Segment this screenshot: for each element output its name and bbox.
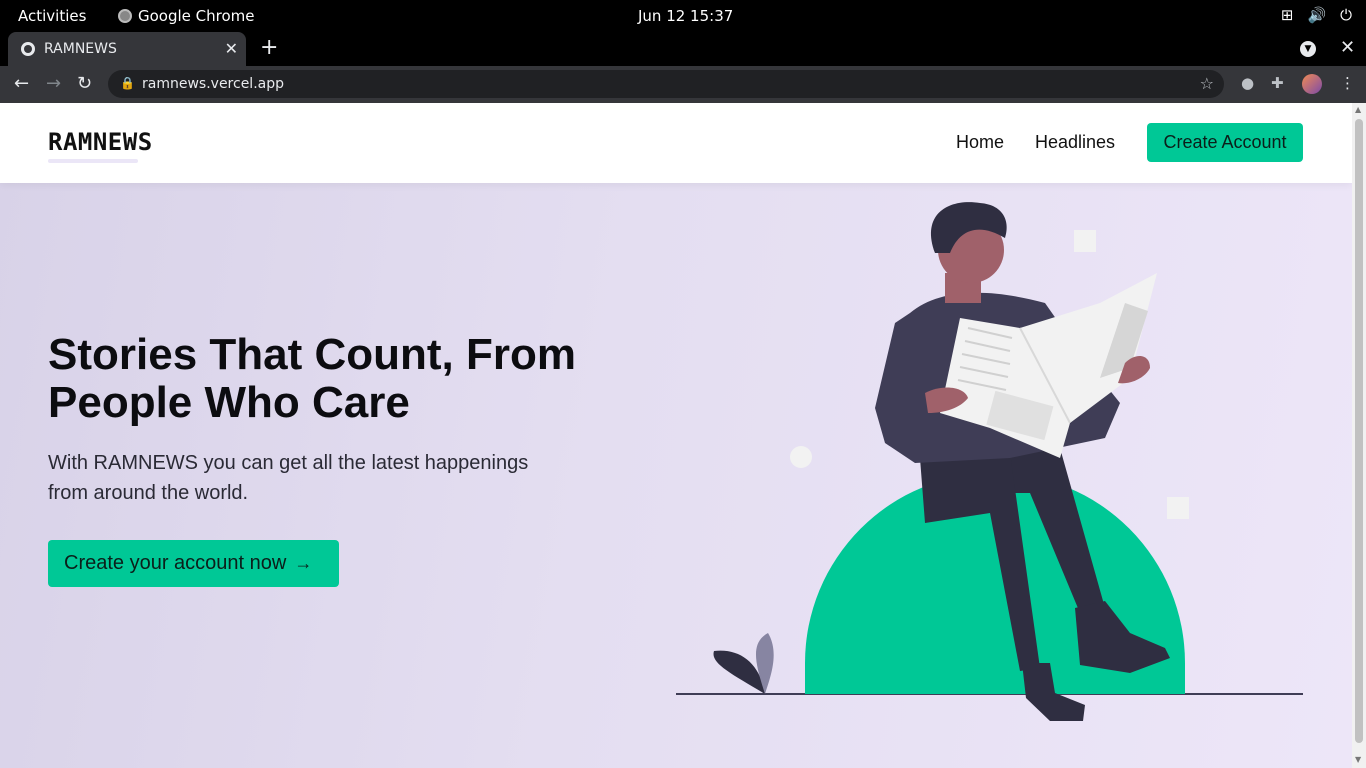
- decor-square: [1074, 230, 1096, 252]
- app-menu[interactable]: Google Chrome: [118, 7, 255, 25]
- activities-button[interactable]: Activities: [18, 7, 86, 25]
- power-icon[interactable]: ⏻: [1340, 7, 1352, 24]
- close-tab-icon[interactable]: ✕: [225, 39, 238, 58]
- clock[interactable]: Jun 12 15:37: [638, 7, 733, 25]
- profile-avatar[interactable]: [1302, 74, 1322, 94]
- page-viewport: RAMNEWS Home Headlines Create Account St…: [0, 103, 1352, 768]
- extension-icon[interactable]: ●: [1241, 74, 1254, 92]
- tab-search-icon[interactable]: ▼: [1300, 41, 1316, 57]
- volume-icon[interactable]: 🔊: [1307, 7, 1326, 24]
- site-logo[interactable]: RAMNEWS: [48, 128, 153, 156]
- url-text[interactable]: ramnews.vercel.app: [142, 76, 284, 92]
- forward-icon[interactable]: →: [46, 73, 61, 94]
- arrow-right-icon: →: [294, 553, 313, 573]
- window-close-icon[interactable]: ✕: [1340, 37, 1355, 58]
- system-top-bar: Activities Google Chrome Jun 12 15:37 ⊞ …: [0, 0, 1366, 32]
- puzzle-icon[interactable]: ✚: [1271, 74, 1284, 92]
- tab-strip: RAMNEWS ✕ + ▼ ✕: [0, 32, 1366, 66]
- hero-title: Stories That Count, From People Who Care: [48, 330, 576, 427]
- hero-subtitle: With RAMNEWS you can get all the latest …: [48, 452, 529, 504]
- back-icon[interactable]: ←: [14, 73, 29, 94]
- globe-icon: [21, 42, 35, 56]
- app-name: Google Chrome: [138, 7, 255, 25]
- tab-title: RAMNEWS: [44, 41, 117, 57]
- bookmark-star-icon[interactable]: ☆: [1200, 74, 1214, 93]
- scroll-up-icon[interactable]: ▲: [1355, 105, 1361, 114]
- lock-icon[interactable]: 🔒: [120, 76, 135, 90]
- site-header: RAMNEWS Home Headlines Create Account: [0, 103, 1352, 183]
- decor-square: [1167, 497, 1189, 519]
- logo-underline: [48, 159, 138, 163]
- chrome-icon: [118, 9, 132, 23]
- new-tab-button[interactable]: +: [260, 35, 278, 60]
- hero-create-account-button[interactable]: Create your account now →: [48, 540, 339, 587]
- nav-headlines-link[interactable]: Headlines: [1035, 132, 1115, 153]
- menu-icon[interactable]: ⋮: [1340, 74, 1355, 92]
- scrollbar-thumb[interactable]: [1355, 119, 1363, 743]
- browser-toolbar: ← → ↻ 🔒 ramnews.vercel.app ☆ ● ✚ ⋮: [0, 66, 1366, 103]
- nav-home-link[interactable]: Home: [956, 132, 1004, 153]
- create-account-button[interactable]: Create Account: [1147, 123, 1303, 162]
- browser-tab[interactable]: RAMNEWS ✕: [8, 32, 246, 66]
- hero-cta-label: Create your account now: [64, 552, 287, 574]
- network-icon[interactable]: ⊞: [1281, 7, 1294, 24]
- scroll-down-icon[interactable]: ▼: [1355, 755, 1361, 764]
- man-reading-newspaper-illustration: [676, 202, 1303, 721]
- reload-icon[interactable]: ↻: [77, 73, 92, 94]
- decor-circle: [790, 446, 812, 468]
- system-tray[interactable]: ⊞ 🔊 ⏻: [1281, 7, 1352, 24]
- address-bar[interactable]: 🔒 ramnews.vercel.app ☆: [108, 70, 1224, 98]
- page-scrollbar[interactable]: ▲ ▼: [1352, 103, 1366, 768]
